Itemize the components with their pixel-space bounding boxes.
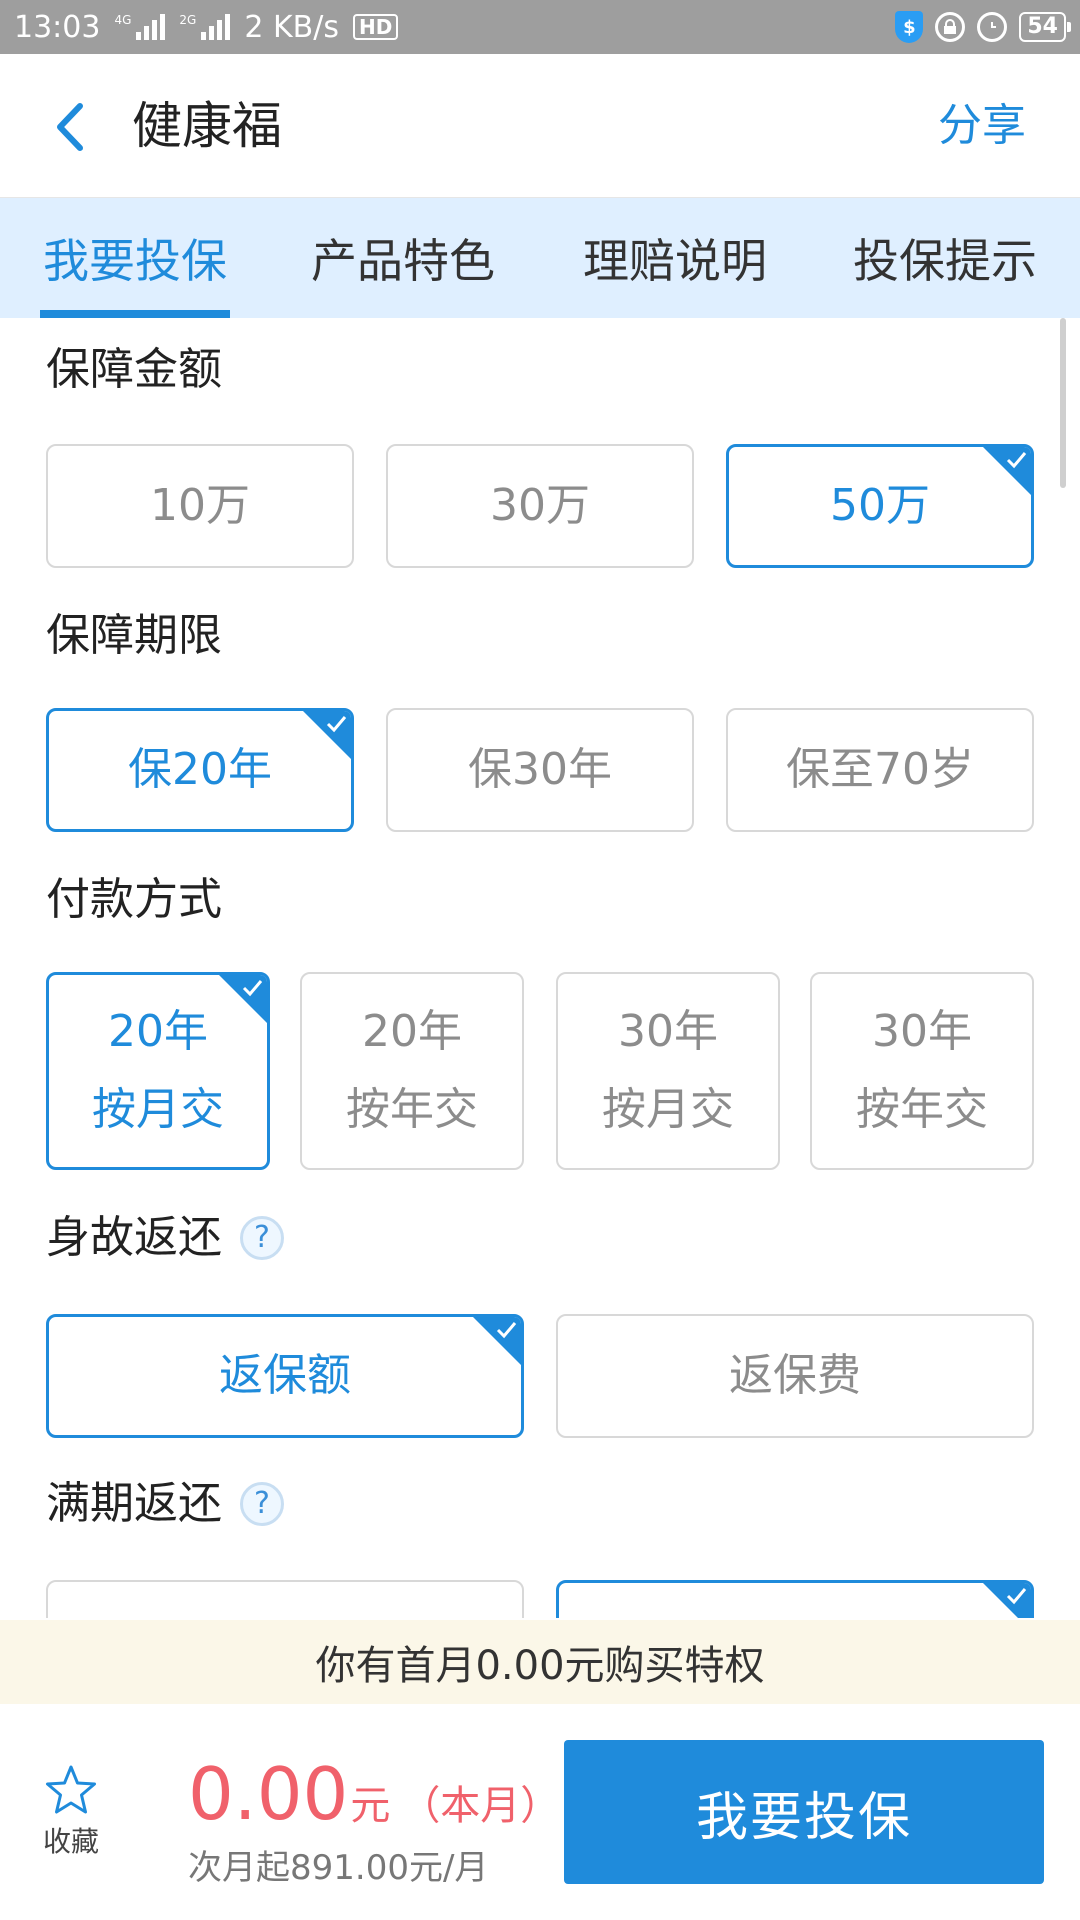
- option-label: 返保费: [729, 1350, 861, 1401]
- section-title-death-return: 身故返还 ?: [44, 1208, 284, 1268]
- option-maturity-2[interactable]: [556, 1580, 1034, 1618]
- promo-text: 你有首月0.00元购买特权: [315, 1643, 765, 1689]
- section-title-term: 保障期限: [44, 606, 228, 666]
- price-subtext: 次月起891.00元/月: [188, 1848, 489, 1888]
- option-payment-30y-yearly[interactable]: 30年 按年交: [810, 972, 1034, 1170]
- options-panel: 保障金额 10万 30万 50万 保障期限 保20年 保30年 保至70岁 付款…: [0, 318, 1080, 1618]
- favorite-label: 收藏: [42, 1825, 99, 1858]
- star-icon: [46, 1765, 96, 1814]
- term-title: 保障期限: [44, 606, 228, 666]
- apply-button[interactable]: 我要投保: [564, 1740, 1044, 1884]
- tab-bar: 我要投保 产品特色 理赔说明 投保提示: [0, 198, 1080, 318]
- battery-icon: 54: [1019, 12, 1071, 42]
- alarm-icon: [977, 12, 1008, 42]
- help-icon[interactable]: ?: [240, 1482, 284, 1526]
- back-arrow-icon[interactable]: [46, 102, 96, 152]
- maturity-return-title: 满期返还: [44, 1474, 228, 1534]
- option-line1: 20年: [362, 1006, 462, 1057]
- option-label: 返保额: [219, 1350, 351, 1401]
- signal-icon: 4G: [114, 13, 166, 40]
- network-type-1: 4G: [114, 13, 132, 27]
- section-title-coverage: 保障金额: [44, 340, 228, 400]
- coverage-title: 保障金额: [44, 340, 228, 400]
- favorite-button[interactable]: 收藏: [36, 1764, 106, 1860]
- promo-banner: 你有首月0.00元购买特权: [0, 1620, 1080, 1704]
- page-title: 健康福: [132, 97, 282, 155]
- option-term-30y[interactable]: 保30年: [386, 708, 694, 832]
- option-label: 保30年: [468, 744, 612, 795]
- option-line2: 按年交: [346, 1084, 478, 1135]
- option-payment-30y-monthly[interactable]: 30年 按月交: [556, 972, 780, 1170]
- option-maturity-1[interactable]: [46, 1580, 524, 1618]
- death-return-title: 身故返还: [44, 1208, 228, 1268]
- check-icon: [326, 716, 347, 733]
- help-icon[interactable]: ?: [240, 1216, 284, 1260]
- payment-title: 付款方式: [44, 870, 228, 930]
- option-line1: 30年: [872, 1006, 972, 1057]
- check-icon: [1006, 1588, 1027, 1605]
- check-icon: [242, 980, 263, 997]
- section-title-maturity-return: 满期返还 ?: [44, 1474, 284, 1534]
- status-time: 13:03: [14, 9, 101, 45]
- price-note: （本月）: [400, 1783, 561, 1829]
- option-payment-20y-monthly[interactable]: 20年 按月交: [46, 972, 270, 1170]
- price-display: 0.00 元 （本月）: [188, 1754, 560, 1834]
- status-bar: 13:03 4G 2G 2 KB/s HD $ 54: [0, 0, 1080, 54]
- option-line2: 按年交: [856, 1084, 988, 1135]
- option-coverage-50w[interactable]: 50万: [726, 444, 1034, 568]
- tab-claims[interactable]: 理赔说明: [580, 198, 770, 318]
- security-shield-icon: $: [895, 11, 924, 43]
- tab-features[interactable]: 产品特色: [308, 198, 498, 318]
- option-term-20y[interactable]: 保20年: [46, 708, 354, 832]
- hd-icon: HD: [352, 14, 399, 40]
- section-title-payment: 付款方式: [44, 870, 228, 930]
- check-icon: [496, 1322, 517, 1339]
- scrollbar[interactable]: [1060, 318, 1066, 488]
- option-line2: 按月交: [602, 1084, 734, 1135]
- price-unit: 元: [350, 1783, 391, 1829]
- price-amount: 0.00: [188, 1752, 349, 1836]
- option-return-sum-assured[interactable]: 返保额: [46, 1314, 524, 1438]
- option-payment-20y-yearly[interactable]: 20年 按年交: [300, 972, 524, 1170]
- option-label: 50万: [830, 480, 930, 531]
- option-label: 10万: [150, 480, 250, 531]
- option-coverage-10w[interactable]: 10万: [46, 444, 354, 568]
- check-icon: [1006, 452, 1027, 469]
- signal-icon-2: 2G: [179, 13, 231, 40]
- option-line1: 20年: [108, 1006, 208, 1057]
- tab-tips[interactable]: 投保提示: [850, 198, 1040, 318]
- option-line2: 按月交: [92, 1084, 224, 1135]
- share-button[interactable]: 分享: [938, 98, 1026, 154]
- network-speed: 2 KB/s: [244, 9, 339, 45]
- option-line1: 30年: [618, 1006, 718, 1057]
- lock-icon: [935, 12, 966, 42]
- bottom-bar: 收藏 0.00 元 （本月） 次月起891.00元/月 我要投保: [0, 1704, 1080, 1920]
- option-term-70[interactable]: 保至70岁: [726, 708, 1034, 832]
- tab-apply[interactable]: 我要投保: [40, 198, 230, 318]
- option-label: 保20年: [128, 744, 272, 795]
- option-coverage-30w[interactable]: 30万: [386, 444, 694, 568]
- network-type-2: 2G: [179, 13, 197, 27]
- option-label: 保至70岁: [786, 744, 974, 795]
- option-label: 30万: [490, 480, 590, 531]
- option-return-premium[interactable]: 返保费: [556, 1314, 1034, 1438]
- app-header: 健康福 分享: [0, 54, 1080, 198]
